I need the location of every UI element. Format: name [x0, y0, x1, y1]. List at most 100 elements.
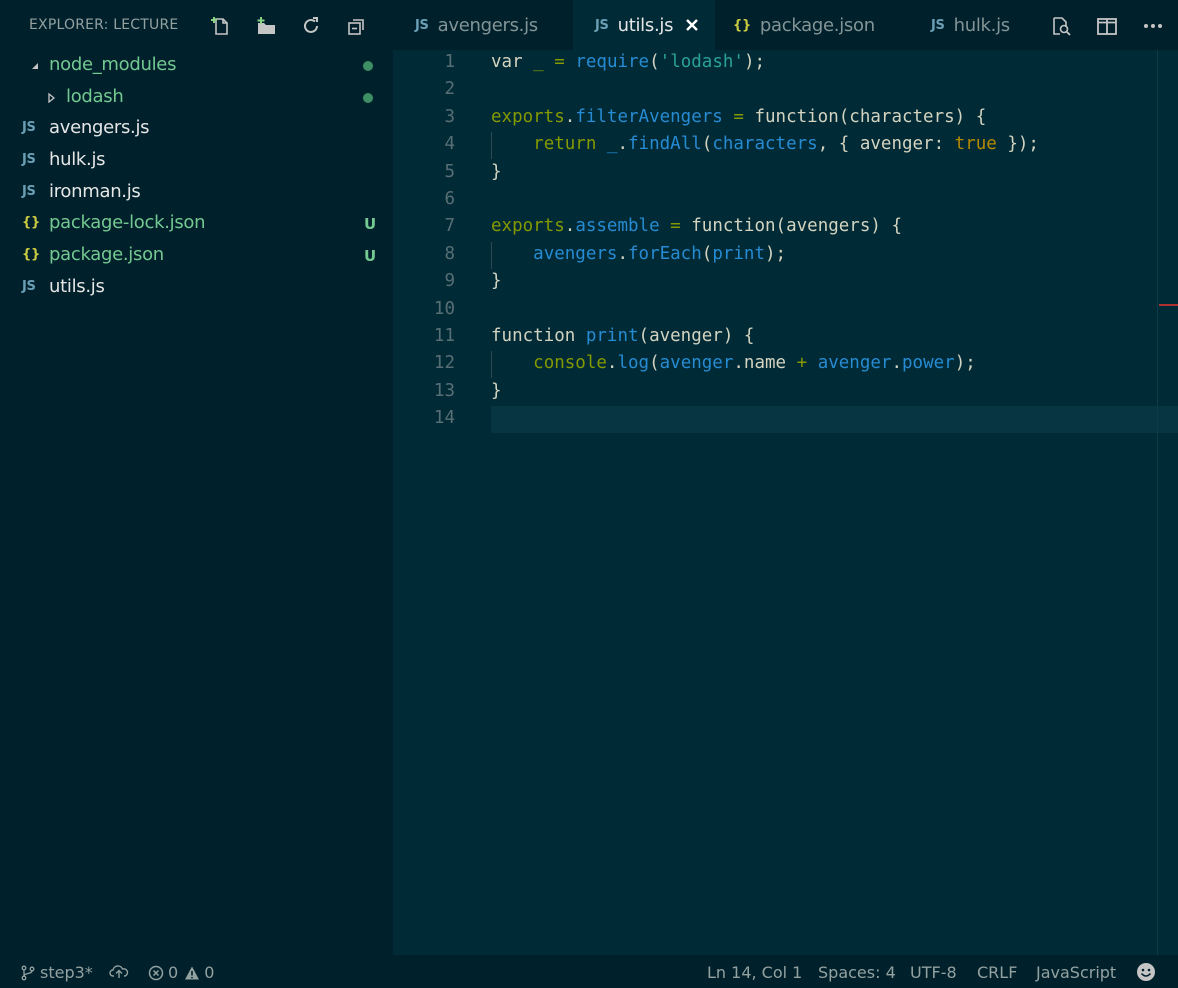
code-text: } — [491, 380, 502, 401]
tab-label: package.json — [759, 14, 875, 36]
cloud-upload-icon — [109, 965, 129, 978]
file-tree: node_modules lodash JS avengers.js JS hu… — [0, 50, 393, 304]
new-file-icon[interactable] — [207, 12, 235, 40]
explorer-header: EXPLORER: LECTURE — [0, 0, 393, 52]
code-text: } — [491, 271, 502, 292]
split-editor-icon[interactable] — [1093, 12, 1121, 40]
tree-item-node-modules[interactable]: node_modules — [0, 50, 393, 82]
line-number: 1 — [444, 52, 455, 72]
code-line: 7 exports.assemble = function(avengers) … — [393, 214, 1178, 241]
code-line: 12 console.log(avenger.name + avenger.po… — [393, 351, 1178, 378]
json-file-icon: {} — [22, 247, 40, 263]
tree-item-label: lodash — [66, 85, 124, 107]
json-file-icon: {} — [22, 215, 40, 231]
modified-dot-icon — [363, 61, 373, 71]
tab-label: avengers.js — [437, 14, 539, 36]
tree-item-package-lock-json[interactable]: {} package-lock.json U — [0, 208, 393, 240]
code-line: 5 } — [393, 160, 1178, 187]
tree-item-avengers-js[interactable]: JS avengers.js — [0, 113, 393, 145]
code-text: return _.findAll(characters, { avenger: … — [533, 134, 1039, 155]
line-number: 9 — [444, 271, 455, 292]
code-line: 4 return _.findAll(characters, { avenger… — [393, 132, 1178, 159]
status-bar: step3* 0 0 Ln 14, Col 1 Spaces: 4 UTF-8 … — [0, 955, 1178, 988]
line-number: 13 — [433, 380, 455, 401]
line-number: 3 — [444, 106, 455, 127]
tab-utils-js[interactable]: JS utils.js — [573, 0, 715, 50]
code-line: 3 exports.filterAvengers = function(char… — [393, 105, 1178, 132]
code-text: exports.filterAvengers = function(charac… — [491, 106, 987, 127]
tree-item-utils-js[interactable]: JS utils.js — [0, 272, 393, 304]
tab-hulk-js[interactable]: JS hulk.js — [909, 0, 1039, 50]
error-count: 0 — [168, 963, 179, 982]
sync-status[interactable] — [108, 963, 134, 979]
js-file-icon: JS — [595, 17, 609, 33]
tab-label: utils.js — [617, 14, 674, 36]
line-number: 14 — [433, 408, 455, 429]
chevron-down-icon — [32, 63, 38, 69]
tab-avengers-js[interactable]: JS avengers.js — [393, 0, 573, 50]
feedback-smiley[interactable] — [1136, 962, 1160, 982]
code-text: function print(avenger) { — [491, 326, 755, 346]
code-line: 10 — [393, 297, 1178, 324]
tree-item-label: package-lock.json — [49, 212, 206, 234]
chevron-right-icon — [48, 92, 56, 103]
tree-item-hulk-js[interactable]: JS hulk.js — [0, 145, 393, 177]
js-file-icon: JS — [22, 152, 36, 168]
js-file-icon: JS — [22, 183, 36, 199]
json-file-icon: {} — [733, 17, 751, 33]
language-mode[interactable]: JavaScript — [1036, 963, 1116, 982]
tree-item-label: package.json — [49, 244, 164, 266]
error-icon — [148, 965, 164, 980]
smiley-icon — [1137, 963, 1155, 981]
open-changes-icon[interactable] — [1047, 12, 1075, 40]
tree-item-label: utils.js — [49, 275, 105, 297]
js-file-icon: JS — [22, 278, 36, 294]
code-text: } — [491, 161, 502, 182]
git-branch-icon — [21, 965, 35, 980]
editor-tabbar: JS avengers.js JS utils.js {} package.js… — [393, 0, 1178, 50]
line-number: 7 — [444, 216, 455, 237]
untracked-badge: U — [364, 215, 376, 234]
js-file-icon: JS — [415, 17, 429, 33]
close-icon[interactable] — [685, 18, 699, 32]
indentation-status[interactable]: Spaces: 4 — [818, 963, 896, 982]
encoding-status[interactable]: UTF-8 — [910, 963, 957, 982]
js-file-icon: JS — [22, 120, 36, 136]
code-line: 1 var _ = require('lodash'); — [393, 50, 1178, 77]
line-number: 12 — [433, 353, 455, 374]
new-folder-icon[interactable] — [252, 12, 280, 40]
code-line: 6 — [393, 187, 1178, 214]
refresh-icon[interactable] — [297, 12, 325, 40]
cursor-position[interactable]: Ln 14, Col 1 — [707, 963, 802, 982]
vscode-window: EXPLORER: LECTURE node_modules lodash JS… — [0, 0, 1178, 988]
modified-dot-icon — [363, 92, 373, 103]
code-line: 9 } — [393, 269, 1178, 296]
code-editor[interactable]: 1 var _ = require('lodash'); 2 3 exports… — [393, 50, 1178, 955]
line-number: 8 — [444, 243, 455, 264]
git-branch-label: step3* — [40, 963, 93, 982]
line-number: 6 — [444, 189, 455, 209]
code-line: 14 — [393, 406, 1178, 433]
problems-status[interactable]: 0 0 — [148, 963, 214, 982]
collapse-all-icon[interactable] — [343, 12, 371, 40]
code-line: 11 function print(avenger) { — [393, 324, 1178, 351]
git-branch-status[interactable]: step3* — [20, 963, 93, 982]
code-text: var _ = require('lodash'); — [491, 52, 766, 72]
untracked-badge: U — [364, 247, 376, 266]
line-number: 4 — [444, 134, 455, 155]
tree-item-ironman-js[interactable]: JS ironman.js — [0, 177, 393, 209]
line-number: 10 — [433, 298, 455, 319]
code-line: 8 avengers.forEach(print); — [393, 242, 1178, 269]
eol-status[interactable]: CRLF — [977, 963, 1017, 982]
tab-label: hulk.js — [953, 14, 1011, 36]
code-text: console.log(avenger.name + avenger.power… — [533, 353, 976, 374]
js-file-icon: JS — [931, 17, 945, 33]
tree-item-label: ironman.js — [49, 180, 141, 202]
tree-item-lodash[interactable]: lodash — [0, 82, 393, 114]
more-actions-icon[interactable] — [1139, 12, 1167, 40]
tree-item-label: avengers.js — [49, 117, 150, 139]
line-number: 11 — [433, 326, 455, 346]
tab-package-json[interactable]: {} package.json — [715, 0, 909, 50]
tree-item-package-json[interactable]: {} package.json U — [0, 240, 393, 272]
explorer-sidebar: EXPLORER: LECTURE node_modules lodash JS… — [0, 0, 393, 955]
